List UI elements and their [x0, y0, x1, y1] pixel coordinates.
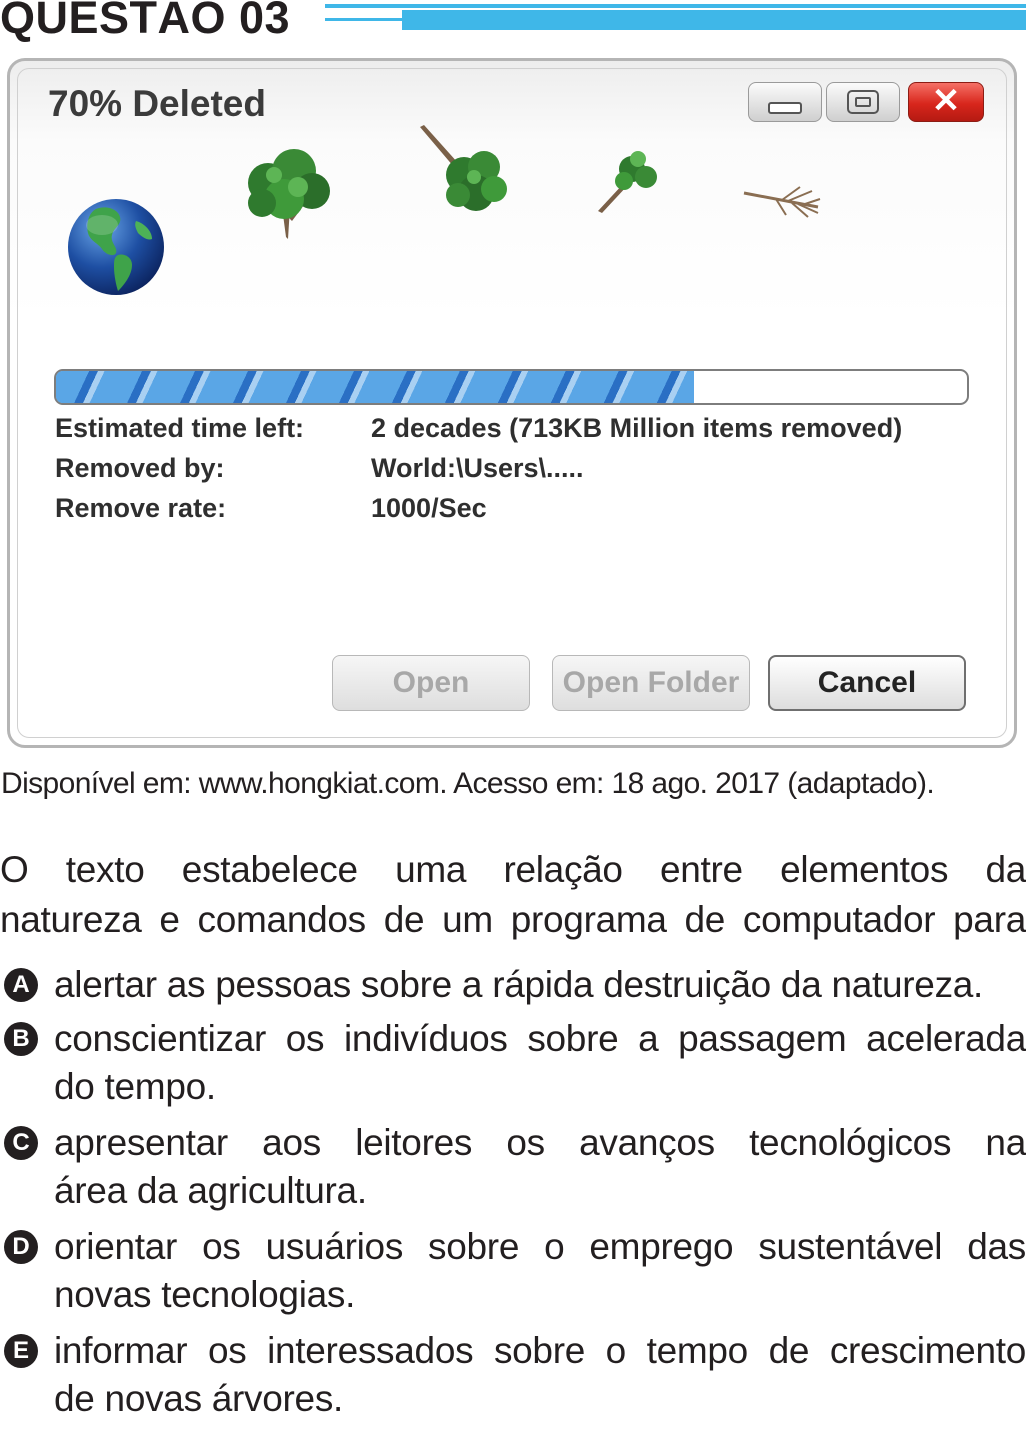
open-button[interactable]: Open — [332, 655, 530, 711]
progress-bar — [54, 369, 969, 405]
close-button[interactable]: ✕ — [908, 82, 984, 122]
option-e-badge[interactable]: E — [4, 1334, 38, 1368]
minimize-button[interactable] — [748, 82, 822, 122]
option-a-text[interactable]: alertar as pessoas sobre a rápida destru… — [54, 960, 1026, 1010]
question-stem-line-2: natureza e comandos de um programa de co… — [0, 899, 1026, 940]
option-c-text-line-1[interactable]: apresentar aos leitores os avanços tecno… — [54, 1118, 1026, 1168]
tree-full-icon — [248, 149, 330, 247]
option-c-badge[interactable]: C — [4, 1126, 38, 1160]
restore-icon — [847, 90, 879, 114]
option-b-text-line-1[interactable]: conscientizar os indivíduos sobre a pass… — [54, 1014, 1026, 1064]
removed-by-label: Removed by: — [55, 453, 225, 483]
estimated-time-label: Estimated time left: — [55, 413, 305, 443]
remove-rate-value: 1000/Sec — [371, 493, 487, 523]
option-e-text-line-2[interactable]: de novas árvores. — [54, 1374, 1026, 1424]
progress-bar-fill — [56, 371, 694, 403]
header-rule-thin — [325, 18, 402, 21]
delete-progress-dialog: 70% Deleted ✕ Estimated time left: 2 dec… — [7, 58, 1017, 748]
option-d-badge[interactable]: D — [4, 1230, 38, 1264]
option-b-badge[interactable]: B — [4, 1022, 38, 1056]
option-b-text-line-2[interactable]: do tempo. — [54, 1062, 1026, 1112]
option-e-text-line-1[interactable]: informar os interessados sobre o tempo d… — [54, 1326, 1026, 1376]
estimated-time-value: 2 decades (713KB Million items removed) — [371, 413, 903, 443]
minimize-icon — [768, 102, 802, 114]
option-d-text-line-1[interactable]: orientar os usuários sobre o emprego sus… — [54, 1222, 1026, 1272]
remove-rate-label: Remove rate: — [55, 493, 227, 523]
restore-button[interactable] — [826, 82, 900, 122]
option-a-badge[interactable]: A — [4, 968, 38, 1002]
cancel-button[interactable]: Cancel — [768, 655, 966, 711]
header-rule-thick — [402, 10, 1026, 30]
question-stem-line-1: O texto estabelece uma relação entre ele… — [0, 849, 1026, 890]
close-icon: ✕ — [931, 82, 961, 120]
question-title: QUESTÃO 03 — [0, 0, 291, 43]
globe-icon — [68, 199, 164, 295]
source-citation: Disponível em: www.hongkiat.com. Acesso … — [1, 767, 935, 800]
dialog-title: 70% Deleted — [48, 83, 266, 124]
open-folder-button[interactable]: Open Folder — [552, 655, 750, 711]
tree-dead-icon — [743, 186, 821, 218]
option-d-text-line-2[interactable]: novas tecnologias. — [54, 1270, 1026, 1320]
tree-small-icon — [598, 151, 657, 213]
removed-by-value: World:\Users\..... — [371, 453, 584, 483]
option-c-text-line-2[interactable]: área da agricultura. — [54, 1166, 1026, 1216]
tree-falling-icon — [420, 125, 507, 211]
header-rule-top — [325, 4, 1026, 8]
